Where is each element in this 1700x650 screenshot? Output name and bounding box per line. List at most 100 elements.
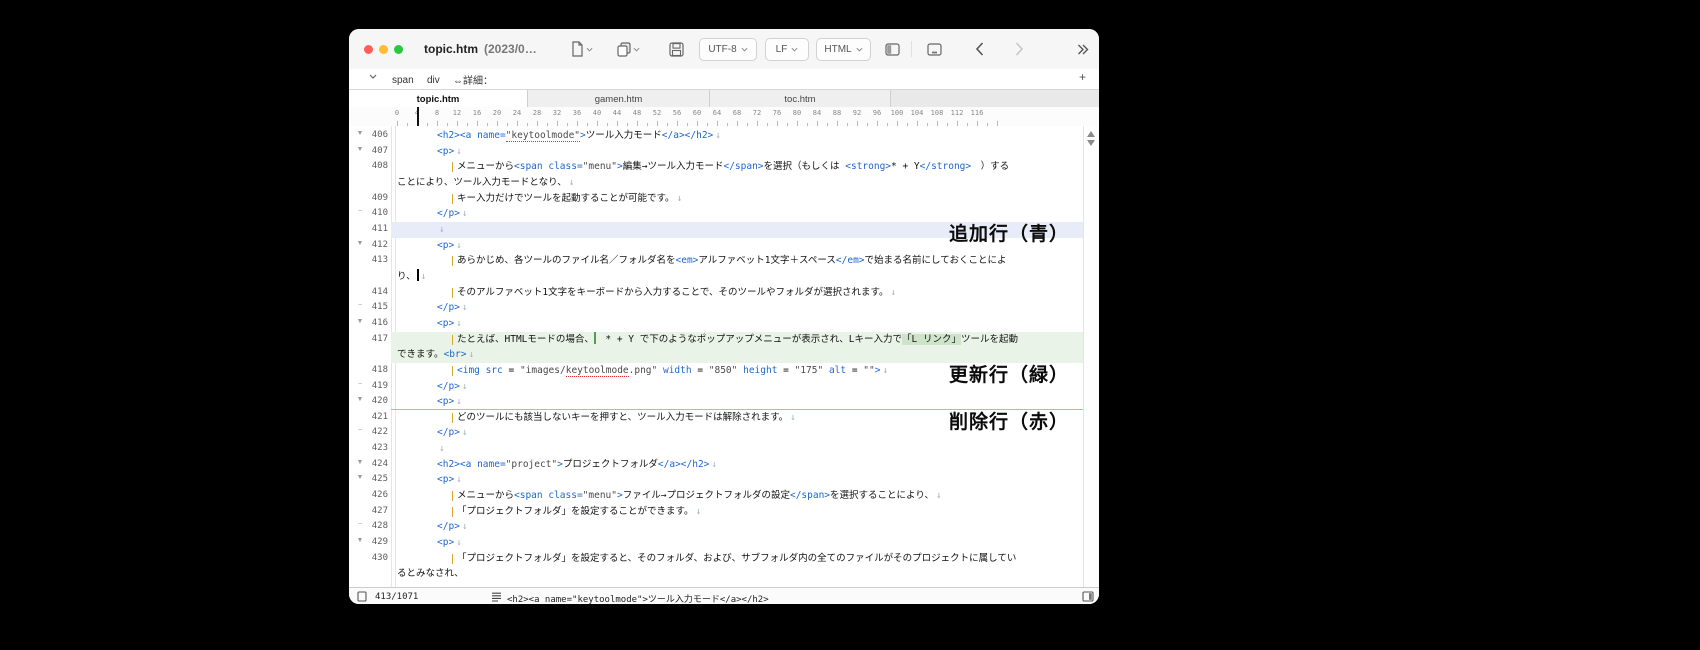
close-window-button[interactable] — [364, 45, 373, 54]
chevron-down-icon — [856, 47, 863, 52]
code-text: 「プロジェクトフォルダ」を設定すると、そのフォルダ、および、サブフォルダ内の全て… — [349, 551, 1099, 567]
tab-topic.htm[interactable]: topic.htm — [349, 90, 528, 108]
tab-mark — [452, 412, 453, 423]
code-line-426[interactable]: 426 メニューから<span class="menu">ファイル→プロジェクトフ… — [349, 488, 1099, 504]
tab-mark — [452, 506, 453, 517]
minimize-window-button[interactable] — [379, 45, 388, 54]
zoom-window-button[interactable] — [394, 45, 403, 54]
jump-bar-item-div[interactable]: div — [427, 75, 440, 86]
overflow-icon — [1078, 44, 1089, 54]
code-line-406[interactable]: ▼ 406 <h2><a name="keytoolmode">ツール入力モード</… — [349, 128, 1099, 144]
window-title: topic.htm (2023/0… — [424, 42, 537, 56]
encoding-select[interactable]: UTF-8 — [699, 38, 757, 61]
lineending-select[interactable]: LF — [765, 38, 809, 61]
newline-mark: ↓ — [461, 302, 468, 314]
tab-toc.htm[interactable]: toc.htm — [710, 90, 891, 108]
detail-toggle[interactable]: ⇔詳細： — [453, 72, 493, 87]
code-line-423[interactable]: 423 ↓ — [349, 441, 1099, 457]
duplicate-document-button[interactable] — [617, 39, 640, 59]
code-line-wrap[interactable]: るとみなされ、 — [349, 566, 1099, 582]
mode-select[interactable]: HTML — [816, 38, 871, 61]
chevron-down-icon[interactable] — [369, 74, 377, 79]
code-line-427[interactable]: 427 「プロジェクトフォルダ」を設定することができます。 ↓ — [349, 504, 1099, 520]
newline-mark: ↓ — [461, 427, 468, 439]
code-line-415[interactable]: −415 </p> ↓ — [349, 300, 1099, 316]
code-text: </p> ↓ — [437, 521, 468, 533]
code-text: たとえば、HTMLモードの場合、 * + Y で下のようなポップアップメニューが… — [349, 331, 1099, 348]
current-heading-context: <h2><a name="keytoolmode">ツール入力モード</a></… — [507, 595, 769, 604]
code-line-424[interactable]: ▼ 424 <h2><a name="project">プロジェクトフォルダ</a>… — [349, 457, 1099, 473]
diff-annotation: 削除行（赤） — [948, 411, 1069, 433]
heading-list-icon[interactable] — [491, 591, 502, 602]
diff-annotation: 追加行（青） — [948, 223, 1069, 245]
newline-mark: ↓ — [456, 145, 462, 157]
tab-gamen.htm[interactable]: gamen.htm — [528, 90, 710, 108]
code-line-428[interactable]: −428 </p> ↓ — [349, 519, 1099, 535]
code-text: <h2><a name="project">プロジェクトフォルダ</a></h2… — [437, 458, 718, 470]
chevron-down-icon — [633, 47, 640, 52]
forward-button[interactable] — [1015, 39, 1024, 59]
code-line-416[interactable]: ▼ 416 <p> ↓ — [349, 316, 1099, 332]
newline-mark: ↓ — [568, 176, 575, 188]
status-bar: 413/1071 <h2><a name="keytoolmode">ツール入力… — [349, 587, 1099, 604]
forward-icon — [1015, 42, 1024, 56]
code-text: <p> ↓ — [437, 537, 462, 549]
column-ruler: 0481216202428323640444852566064687276808… — [349, 107, 1099, 127]
newline-mark: ↓ — [676, 192, 683, 204]
tab-bar: topic.htm gamen.htm toc.htm — [349, 89, 1099, 109]
code-line-wrap[interactable]: ことにより、ツール入力モードとなり、 ↓ — [349, 175, 1099, 191]
chevron-down-icon — [791, 47, 798, 52]
caret-position: 413/1071 — [375, 592, 419, 602]
vertical-scrollbar[interactable] — [1083, 126, 1099, 587]
newline-mark: ↓ — [439, 443, 445, 455]
code-text: そのアルファベット1文字をキーボードから入力することで、そのツールやフォルダが選… — [349, 285, 1099, 301]
code-text: </p> ↓ — [437, 302, 468, 314]
diff-annotation: 更新行（緑） — [948, 364, 1069, 386]
code-line-417[interactable]: 417 たとえば、HTMLモードの場合、 * + Y で下のようなポップアップメニ… — [349, 331, 1099, 348]
side-panel-icon[interactable] — [1082, 591, 1094, 602]
code-line-414[interactable]: 414 そのアルファベット1文字をキーボードから入力することで、そのツールやフォル… — [349, 285, 1099, 301]
bottom-panel-button[interactable] — [927, 39, 942, 59]
newline-mark: ↓ — [456, 317, 462, 329]
scroll-up-icon[interactable] — [1087, 131, 1095, 137]
code-text: <p> ↓ — [437, 474, 462, 486]
newline-mark: ↓ — [882, 364, 889, 376]
document-info-icon[interactable] — [357, 591, 367, 602]
newline-mark: ↓ — [715, 130, 721, 141]
code-line-407[interactable]: ▼ 407 <p> ↓ — [349, 144, 1099, 160]
tab-mark — [452, 334, 453, 345]
editor-window: topic.htm (2023/0… UTF-8 LF HTML span di… — [349, 29, 1099, 604]
code-text: キー入力だけでツールを起動することが可能です。 ↓ — [349, 191, 1099, 207]
toolbar-overflow-button[interactable] — [1077, 39, 1089, 59]
code-line-413[interactable]: 413 あらかじめ、各ツールのファイル名／フォルダ名を<em>アルファベット1文字… — [349, 253, 1099, 269]
add-tab-button[interactable]: + — [1079, 70, 1086, 84]
jump-bar-item-span[interactable]: span — [392, 75, 414, 86]
code-text: ことにより、ツール入力モードとなり、 ↓ — [397, 176, 575, 188]
tab-mark — [452, 553, 453, 564]
jump-bar: span div ⇔詳細： + — [349, 69, 1099, 89]
back-button[interactable] — [975, 39, 984, 59]
newline-mark: ↓ — [439, 223, 445, 235]
code-line-409[interactable]: 409 キー入力だけでツールを起動することが可能です。 ↓ — [349, 191, 1099, 207]
duplicate-icon — [617, 41, 631, 57]
split-view-button[interactable] — [885, 39, 900, 59]
new-document-icon — [572, 41, 583, 57]
newline-mark: ↓ — [456, 474, 462, 486]
newline-mark: ↓ — [461, 380, 468, 392]
code-text: メニューから<span class="menu">ファイル→プロジェクトフォルダ… — [349, 488, 1099, 504]
code-line-425[interactable]: ▼ 425 <p> ↓ — [349, 472, 1099, 488]
newline-mark: ↓ — [890, 286, 897, 298]
new-document-button[interactable] — [571, 39, 593, 59]
code-line-wrap[interactable]: り、 ↓ — [349, 268, 1099, 285]
code-line-408[interactable]: 408 メニューから<span class="menu">編集→ツール入力モード<… — [349, 159, 1099, 175]
scroll-down-icon[interactable] — [1087, 140, 1095, 146]
newline-mark: ↓ — [456, 396, 462, 408]
tab-mark — [452, 193, 453, 204]
code-line-430[interactable]: 430 「プロジェクトフォルダ」を設定すると、そのフォルダ、および、サブフォルダ内… — [349, 551, 1099, 567]
editor-content: ▼ 406 <h2><a name="keytoolmode">ツール入力モード</… — [349, 126, 1099, 587]
code-line-429[interactable]: ▼ 429 <p> ↓ — [349, 535, 1099, 551]
code-text: 「プロジェクトフォルダ」を設定することができます。 ↓ — [349, 504, 1099, 520]
save-button[interactable] — [669, 39, 684, 59]
tab-mark — [452, 256, 453, 267]
code-text: ↓ — [349, 441, 1099, 457]
